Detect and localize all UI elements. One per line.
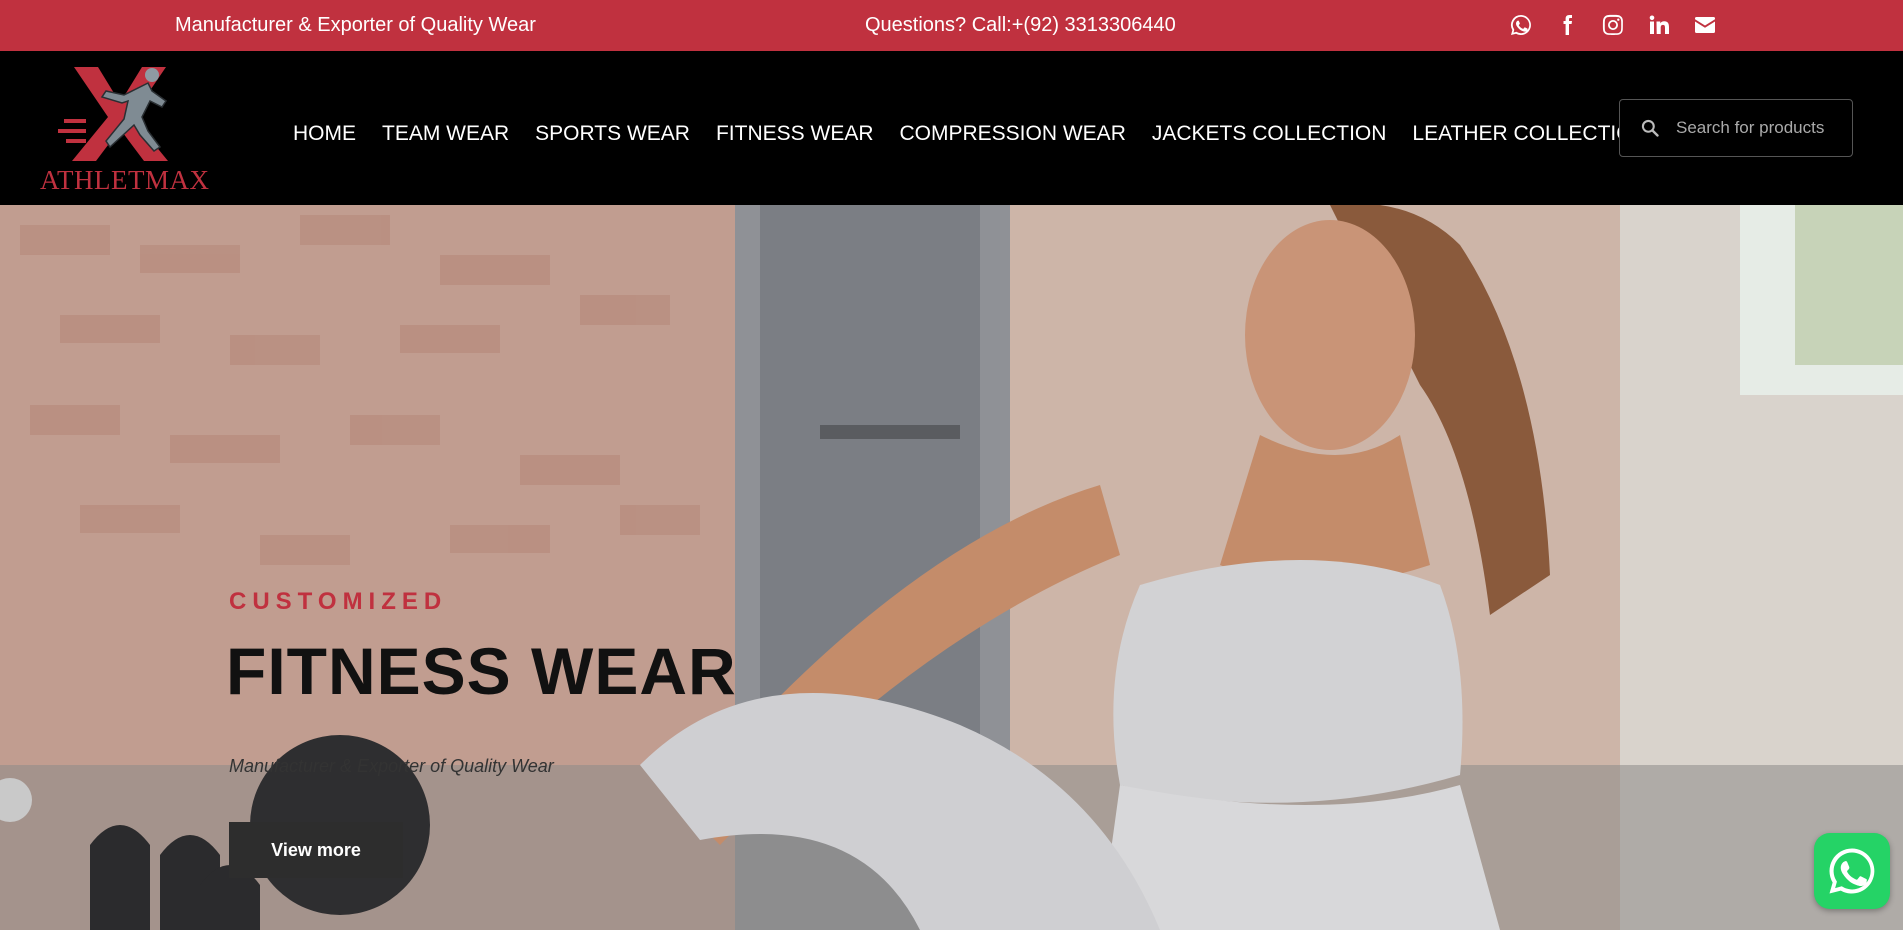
nav-item-sports-wear[interactable]: SPORTS WEAR <box>535 122 690 146</box>
view-more-button[interactable]: View more <box>229 822 403 878</box>
brand-logo-text: ATHLETMAX <box>40 165 210 195</box>
linkedin-icon[interactable] <box>1646 12 1672 38</box>
nav-item-jackets-collection[interactable]: JACKETS COLLECTION <box>1152 122 1387 146</box>
whatsapp-icon[interactable] <box>1508 12 1534 38</box>
hero-banner: CUSTOMIZED FITNESS WEAR Manufacturer & E… <box>0 205 1903 930</box>
envelope-icon[interactable] <box>1692 12 1718 38</box>
nav-item-fitness-wear[interactable]: FITNESS WEAR <box>716 122 874 146</box>
whatsapp-icon <box>1829 848 1875 894</box>
search-icon[interactable] <box>1638 116 1662 140</box>
search-input[interactable] <box>1676 118 1846 138</box>
hero-eyebrow: CUSTOMIZED <box>229 588 448 615</box>
brand-logo[interactable]: ATHLETMAX <box>40 61 210 196</box>
whatsapp-chat-button[interactable] <box>1814 833 1890 909</box>
top-bar-tagline: Manufacturer & Exporter of Quality Wear <box>175 14 536 36</box>
nav-item-leather-collection[interactable]: LEATHER COLLECTION <box>1412 122 1647 146</box>
instagram-icon[interactable] <box>1600 12 1626 38</box>
main-nav: HOME TEAM WEAR SPORTS WEAR FITNESS WEAR … <box>293 122 1648 146</box>
nav-item-compression-wear[interactable]: COMPRESSION WEAR <box>900 122 1126 146</box>
top-bar-phone[interactable]: Questions? Call:+(92) 3313306440 <box>865 14 1176 37</box>
hero-headline: FITNESS WEAR <box>226 634 737 708</box>
runner-x-logo-icon <box>58 67 168 161</box>
top-bar: Manufacturer & Exporter of Quality Wear … <box>0 0 1903 51</box>
nav-item-team-wear[interactable]: TEAM WEAR <box>382 122 509 146</box>
product-search <box>1619 99 1853 157</box>
facebook-icon[interactable] <box>1554 12 1580 38</box>
nav-item-home[interactable]: HOME <box>293 122 356 146</box>
hero-subtitle: Manufacturer & Exporter of Quality Wear <box>229 756 554 776</box>
social-links <box>1508 12 1718 38</box>
site-header: ATHLETMAX HOME TEAM WEAR SPORTS WEAR FIT… <box>0 51 1903 205</box>
